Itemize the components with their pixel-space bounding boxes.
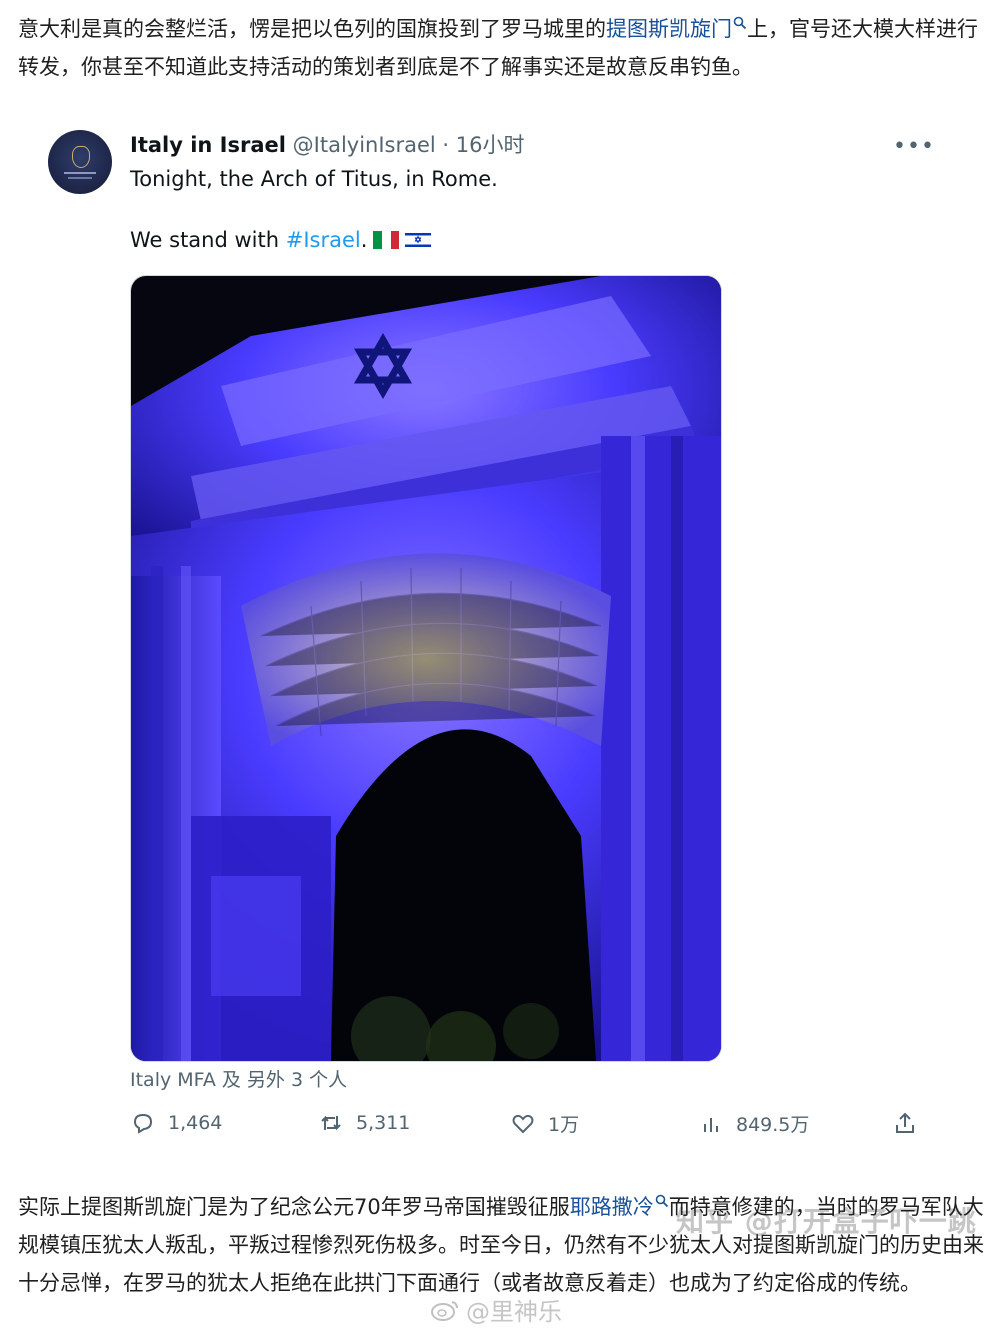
author-handle-time: @ItalyinIsrael · 16小时	[292, 133, 525, 157]
retweet-button[interactable]: 5,311	[318, 1110, 410, 1136]
reply-button[interactable]: 1,464	[130, 1110, 222, 1136]
retweet-count: 5,311	[356, 1112, 411, 1134]
article-paragraph-bottom: 实际上提图斯凯旋门是为了纪念公元70年罗马帝国摧毁征服耶路撒冷 而特意修建的，当时…	[18, 1188, 984, 1302]
reply-count: 1,464	[168, 1112, 223, 1134]
search-icon[interactable]	[733, 16, 747, 30]
share-button[interactable]	[892, 1110, 918, 1136]
hashtag-israel-link[interactable]: #Israel	[286, 228, 361, 252]
tweet-actions-bar: 1,464 5,311 1万 849.5万	[130, 1110, 930, 1142]
italy-flag-icon	[373, 231, 400, 249]
reply-icon	[133, 1113, 153, 1134]
link-jerusalem[interactable]: 耶路撒冷	[570, 1195, 654, 1219]
view-count: 849.5万	[736, 1114, 810, 1136]
author-name[interactable]: Italy in Israel	[130, 133, 286, 157]
weibo-watermark-text: @里神乐	[466, 1298, 562, 1326]
like-button[interactable]: 1万	[510, 1110, 579, 1137]
search-icon[interactable]	[655, 1194, 669, 1208]
avatar[interactable]	[48, 130, 112, 194]
tweet-text-line2: We stand with #Israel.	[130, 225, 432, 255]
tweet-text-line2-end: .	[360, 228, 368, 252]
tweet-text-line1: Tonight, the Arch of Titus, in Rome.	[130, 167, 498, 191]
more-options-button[interactable]: •••	[893, 134, 935, 159]
tweet-photo[interactable]	[130, 275, 722, 1062]
views-icon	[704, 1117, 718, 1132]
like-count: 1万	[548, 1114, 580, 1136]
link-arch-of-titus[interactable]: 提图斯凯旋门	[606, 17, 732, 41]
avatar-caption-line	[68, 177, 92, 179]
para-top-text-before: 意大利是真的会整烂活，愣是把以色列的国旗投到了罗马城里的	[18, 17, 606, 41]
tweet-header: Italy in Israel @ItalyinIsrael · 16小时	[130, 130, 525, 160]
retweet-icon	[321, 1115, 341, 1131]
arch-of-titus-photo	[131, 276, 721, 1061]
photo-tagged-users[interactable]: Italy MFA 及 另外 3 个人	[130, 1065, 347, 1092]
embassy-emblem-icon	[72, 146, 90, 168]
like-icon	[512, 1114, 534, 1133]
article-paragraph-top: 意大利是真的会整烂活，愣是把以色列的国旗投到了罗马城里的提图斯凯旋门 上，官号还大…	[18, 10, 984, 86]
tweet-text-line2-start: We stand with	[130, 228, 286, 252]
weibo-logo-icon	[431, 1300, 458, 1321]
para-bottom-text-before: 实际上提图斯凯旋门是为了纪念公元70年罗马帝国摧毁征服	[18, 1195, 570, 1219]
avatar-caption-line	[64, 172, 96, 174]
share-icon	[896, 1112, 914, 1133]
views-button[interactable]: 849.5万	[698, 1110, 809, 1137]
israel-flag-icon	[405, 231, 432, 249]
tweet-card: Italy in Israel @ItalyinIsrael · 16小时 ••…	[0, 110, 998, 1238]
weibo-watermark: @里神乐	[430, 1292, 562, 1327]
